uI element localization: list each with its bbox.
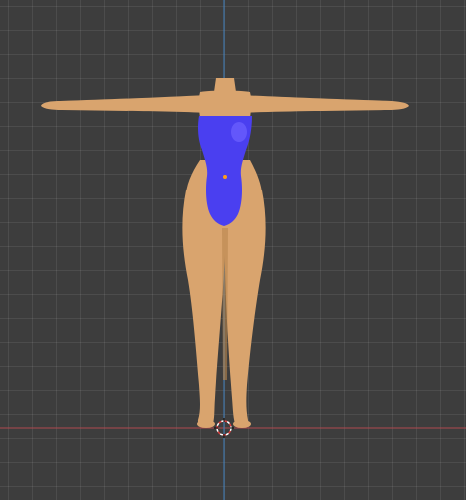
- left-leg: [182, 190, 228, 427]
- swimsuit-highlight: [231, 122, 247, 142]
- left-arm: [41, 95, 206, 113]
- neck: [214, 78, 236, 92]
- upper-torso: [198, 90, 252, 118]
- 3d-viewport[interactable]: [0, 0, 466, 500]
- object-origin: [223, 175, 227, 179]
- viewport-canvas[interactable]: [0, 0, 466, 500]
- leg-shade: [222, 228, 228, 380]
- right-leg: [222, 190, 266, 427]
- character-mesh[interactable]: [41, 78, 409, 428]
- right-arm: [240, 95, 409, 113]
- left-foot: [197, 420, 215, 428]
- right-foot: [233, 420, 251, 428]
